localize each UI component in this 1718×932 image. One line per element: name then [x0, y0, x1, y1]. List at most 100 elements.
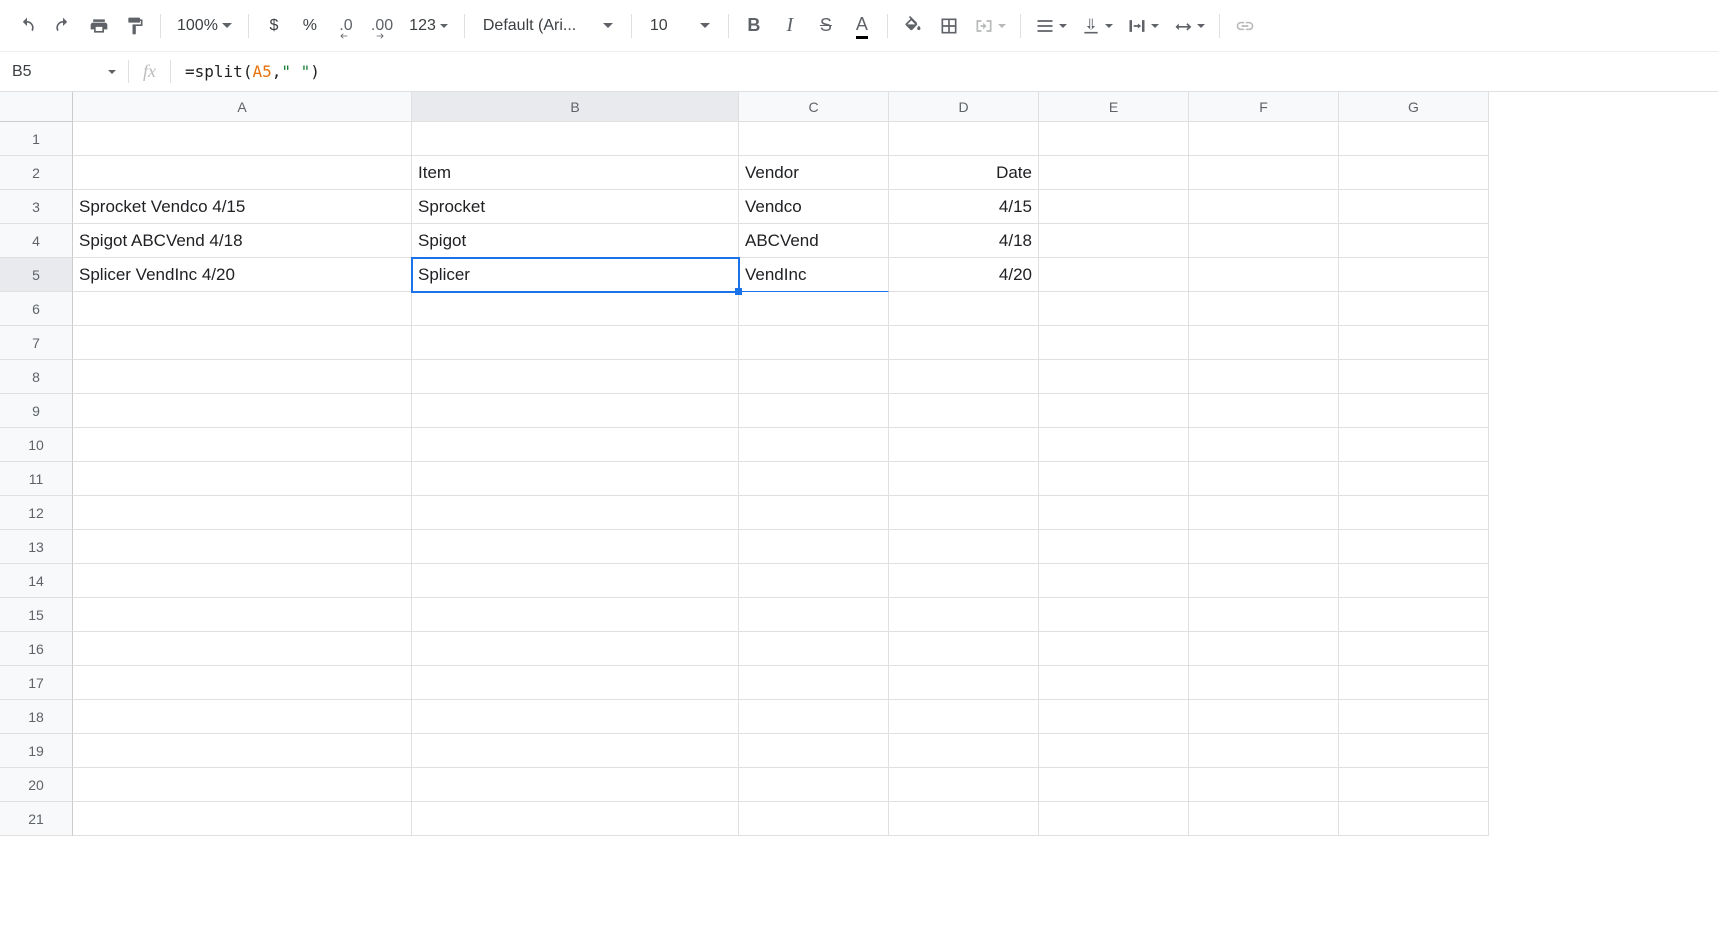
cell-E1[interactable] — [1039, 122, 1189, 156]
row-header-11[interactable]: 11 — [0, 462, 73, 496]
cell-F3[interactable] — [1189, 190, 1339, 224]
cell-E7[interactable] — [1039, 326, 1189, 360]
cell-C18[interactable] — [739, 700, 889, 734]
fill-color-button[interactable] — [896, 9, 930, 43]
cell-E15[interactable] — [1039, 598, 1189, 632]
cell-F5[interactable] — [1189, 258, 1339, 292]
cell-C4[interactable]: ABCVend — [739, 224, 889, 258]
column-header-A[interactable]: A — [73, 92, 412, 122]
cell-A10[interactable] — [73, 428, 412, 462]
row-header-16[interactable]: 16 — [0, 632, 73, 666]
cell-A21[interactable] — [73, 802, 412, 836]
cell-G12[interactable] — [1339, 496, 1489, 530]
row-header-19[interactable]: 19 — [0, 734, 73, 768]
cell-F11[interactable] — [1189, 462, 1339, 496]
text-color-button[interactable]: A — [845, 9, 879, 43]
column-header-F[interactable]: F — [1189, 92, 1339, 122]
cell-G21[interactable] — [1339, 802, 1489, 836]
row-header-5[interactable]: 5 — [0, 258, 73, 292]
column-header-D[interactable]: D — [889, 92, 1039, 122]
cell-A15[interactable] — [73, 598, 412, 632]
cell-C20[interactable] — [739, 768, 889, 802]
formula-input[interactable]: =split(A5," ") — [171, 52, 1718, 91]
insert-link-button[interactable] — [1228, 9, 1262, 43]
cell-E12[interactable] — [1039, 496, 1189, 530]
cell-B15[interactable] — [412, 598, 739, 632]
row-header-3[interactable]: 3 — [0, 190, 73, 224]
cell-F10[interactable] — [1189, 428, 1339, 462]
cell-D10[interactable] — [889, 428, 1039, 462]
cell-A16[interactable] — [73, 632, 412, 666]
cell-A20[interactable] — [73, 768, 412, 802]
cell-A5[interactable]: Splicer VendInc 4/20 — [73, 258, 412, 292]
cell-E14[interactable] — [1039, 564, 1189, 598]
cell-G20[interactable] — [1339, 768, 1489, 802]
cell-E6[interactable] — [1039, 292, 1189, 326]
cell-G17[interactable] — [1339, 666, 1489, 700]
text-rotation-button[interactable] — [1167, 9, 1211, 43]
cell-D11[interactable] — [889, 462, 1039, 496]
cell-C7[interactable] — [739, 326, 889, 360]
text-wrap-button[interactable] — [1121, 9, 1165, 43]
cell-B10[interactable] — [412, 428, 739, 462]
percent-button[interactable]: % — [293, 9, 327, 43]
cell-D15[interactable] — [889, 598, 1039, 632]
cell-B12[interactable] — [412, 496, 739, 530]
cell-A6[interactable] — [73, 292, 412, 326]
cell-B9[interactable] — [412, 394, 739, 428]
cell-F4[interactable] — [1189, 224, 1339, 258]
column-header-E[interactable]: E — [1039, 92, 1189, 122]
row-header-21[interactable]: 21 — [0, 802, 73, 836]
cell-F14[interactable] — [1189, 564, 1339, 598]
cell-E8[interactable] — [1039, 360, 1189, 394]
cell-D18[interactable] — [889, 700, 1039, 734]
cell-D14[interactable] — [889, 564, 1039, 598]
cell-G9[interactable] — [1339, 394, 1489, 428]
cell-D13[interactable] — [889, 530, 1039, 564]
cell-C19[interactable] — [739, 734, 889, 768]
cell-D9[interactable] — [889, 394, 1039, 428]
cell-G2[interactable] — [1339, 156, 1489, 190]
cell-C21[interactable] — [739, 802, 889, 836]
cell-F1[interactable] — [1189, 122, 1339, 156]
cell-D6[interactable] — [889, 292, 1039, 326]
cell-A14[interactable] — [73, 564, 412, 598]
cell-A17[interactable] — [73, 666, 412, 700]
cell-B14[interactable] — [412, 564, 739, 598]
select-all-corner[interactable] — [0, 92, 73, 122]
row-header-15[interactable]: 15 — [0, 598, 73, 632]
cell-E3[interactable] — [1039, 190, 1189, 224]
cell-A11[interactable] — [73, 462, 412, 496]
cell-C10[interactable] — [739, 428, 889, 462]
cell-D1[interactable] — [889, 122, 1039, 156]
cell-C11[interactable] — [739, 462, 889, 496]
column-header-G[interactable]: G — [1339, 92, 1489, 122]
row-header-17[interactable]: 17 — [0, 666, 73, 700]
cell-B18[interactable] — [412, 700, 739, 734]
cell-E5[interactable] — [1039, 258, 1189, 292]
cell-E2[interactable] — [1039, 156, 1189, 190]
merge-cells-button[interactable] — [968, 9, 1012, 43]
cell-B8[interactable] — [412, 360, 739, 394]
cell-D3[interactable]: 4/15 — [889, 190, 1039, 224]
cell-E16[interactable] — [1039, 632, 1189, 666]
cell-E17[interactable] — [1039, 666, 1189, 700]
zoom-select[interactable]: 100% — [169, 17, 240, 35]
cell-B19[interactable] — [412, 734, 739, 768]
cell-A19[interactable] — [73, 734, 412, 768]
cell-G3[interactable] — [1339, 190, 1489, 224]
cell-G15[interactable] — [1339, 598, 1489, 632]
row-header-4[interactable]: 4 — [0, 224, 73, 258]
column-header-B[interactable]: B — [412, 92, 739, 122]
column-header-C[interactable]: C — [739, 92, 889, 122]
cell-E11[interactable] — [1039, 462, 1189, 496]
cell-B1[interactable] — [412, 122, 739, 156]
currency-button[interactable]: $ — [257, 9, 291, 43]
cell-D19[interactable] — [889, 734, 1039, 768]
cell-G19[interactable] — [1339, 734, 1489, 768]
cell-C16[interactable] — [739, 632, 889, 666]
cell-G16[interactable] — [1339, 632, 1489, 666]
cell-F19[interactable] — [1189, 734, 1339, 768]
cell-C1[interactable] — [739, 122, 889, 156]
cell-B13[interactable] — [412, 530, 739, 564]
